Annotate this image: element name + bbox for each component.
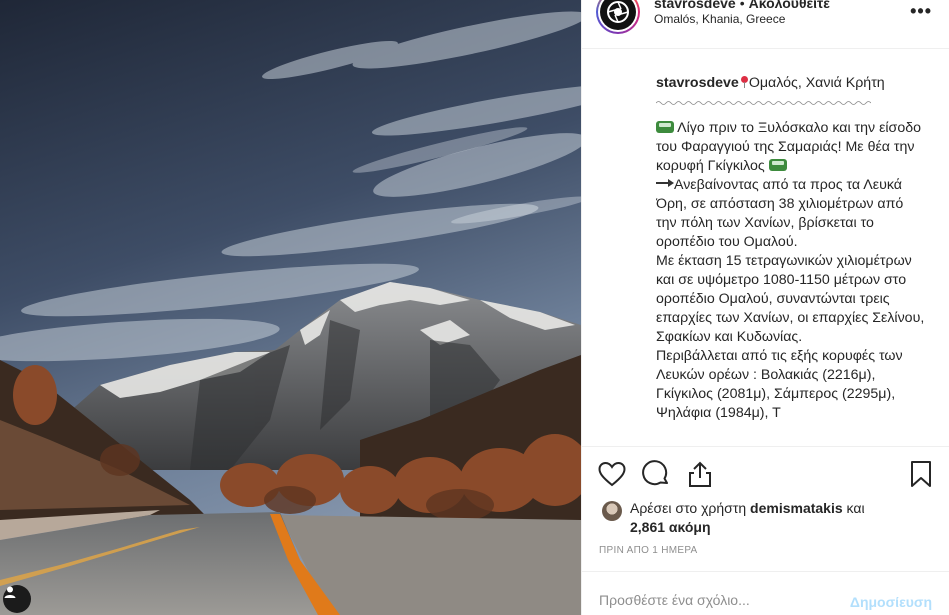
comment-input[interactable]	[599, 592, 849, 608]
caption: stavrosdeve Ομαλός, Χανιά Κρήτη Λίγο πριν…	[656, 74, 926, 446]
likes-summary: Αρέσει στο χρήστη demismatakis και 2,861 …	[602, 499, 932, 537]
share-icon[interactable]	[685, 459, 715, 489]
bus-icon	[768, 159, 787, 171]
caption-header: stavrosdeve Ομαλός, Χανιά Κρήτη	[656, 74, 926, 93]
follow-status-button[interactable]: Ακολουθείτε	[749, 0, 830, 11]
caption-place: Ομαλός, Χανιά Κρήτη	[748, 75, 885, 91]
likes-count-link[interactable]: 2,861 ακόμη	[630, 519, 711, 535]
liker-username[interactable]: demismatakis	[750, 500, 843, 516]
comment-section: Δημοσίευση	[582, 571, 949, 615]
liker-avatar[interactable]	[602, 501, 622, 521]
likes-and: και	[842, 500, 865, 516]
caption-body: Λίγο πριν το Ξυλόσκαλο και την είσοδο το…	[656, 119, 926, 423]
comment-icon[interactable]	[641, 459, 671, 489]
header-user-line: stavrosdeve • Ακολουθείτε	[654, 0, 830, 11]
post-photo[interactable]	[0, 0, 581, 615]
post-header: stavrosdeve • Ακολουθείτε Omalós, Khania, …	[582, 0, 949, 49]
heart-icon[interactable]	[597, 459, 627, 489]
likes-text: Αρέσει στο χρήστη demismatakis και 2,861 …	[630, 499, 932, 537]
caption-username[interactable]: stavrosdeve	[656, 75, 739, 91]
caption-text-1: Λίγο πριν το Ξυλόσκαλο και την είσοδο το…	[656, 120, 925, 174]
spellcheck-underline	[656, 101, 871, 105]
post-side-panel: stavrosdeve • Ακολουθείτε Omalós, Khania, …	[581, 0, 949, 615]
tagged-users-button[interactable]	[3, 585, 31, 613]
camera-aperture-icon	[607, 1, 629, 23]
post-timestamp[interactable]: ΠΡΙΝ ΑΠΟ 1 ΗΜΕΡΑ	[599, 545, 698, 556]
header-location[interactable]: Omalós, Khania, Greece	[654, 12, 785, 26]
bus-icon	[656, 121, 674, 133]
more-horizontal-icon[interactable]: •••	[910, 1, 932, 22]
post-actions: Αρέσει στο χρήστη demismatakis και 2,861 …	[582, 446, 949, 570]
mountain-road-image	[0, 0, 581, 615]
arrow-icon	[656, 179, 674, 187]
avatar[interactable]	[596, 0, 640, 34]
bookmark-icon[interactable]	[906, 459, 936, 489]
round-pushpin-icon	[740, 76, 748, 88]
person-icon	[4, 586, 16, 598]
post-comment-button[interactable]: Δημοσίευση	[850, 594, 932, 610]
caption-text-2: Ανεβαίνοντας από τα προς τα Λευκά Όρη, σ…	[656, 177, 925, 421]
header-separator: •	[739, 0, 745, 11]
likes-prefix: Αρέσει στο χρήστη	[630, 500, 751, 516]
header-username[interactable]: stavrosdeve	[654, 0, 736, 11]
